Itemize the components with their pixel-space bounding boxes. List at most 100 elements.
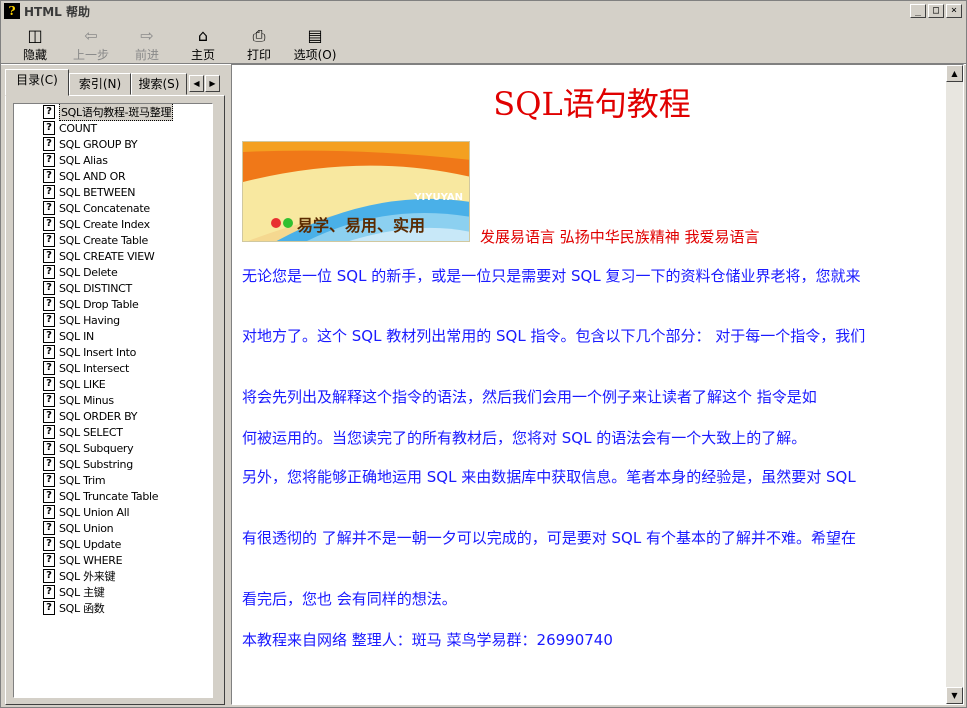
help-page-icon: ?: [43, 457, 55, 471]
tab-scroll-left-button[interactable]: ◀: [189, 75, 204, 92]
tree-item[interactable]: ? SQL IN: [43, 328, 94, 344]
tree-item[interactable]: ? SQL SELECT: [43, 424, 123, 440]
tree-item-label: SQL Union: [59, 521, 114, 535]
tree-item-label: SQL LIKE: [59, 377, 106, 391]
help-page-icon: ?: [43, 169, 55, 183]
tree-item[interactable]: ? SQL Minus: [43, 392, 114, 408]
help-page-icon: ?: [43, 313, 55, 327]
tab-index[interactable]: 索引(N): [69, 73, 131, 95]
title-bar[interactable]: ? HTML 帮助 _ □ ×: [1, 1, 966, 21]
tab-scroll-right-button[interactable]: ▶: [205, 75, 220, 92]
help-page-icon: ?: [43, 361, 55, 375]
window-title: HTML 帮助: [24, 4, 90, 19]
hide-pane-icon: ◫: [27, 26, 43, 45]
options-icon: ▤: [307, 26, 323, 45]
topic-content: SQL语句教程 YIYUYAN 易学、易用、实用 发展易语言 弘扬中华民族精神 …: [242, 65, 942, 704]
tree-item[interactable]: ? SQL Create Index: [43, 216, 150, 232]
tab-contents[interactable]: 目录(C): [5, 69, 69, 96]
tree-item[interactable]: ? SQL Create Table: [43, 232, 148, 248]
tree-item[interactable]: ? SQL LIKE: [43, 376, 106, 392]
help-page-icon: ?: [43, 569, 55, 583]
tree-item-label: SQL SELECT: [59, 425, 123, 439]
back-arrow-icon: ⇦: [84, 26, 98, 45]
tree-item[interactable]: ? SQL Insert Into: [43, 344, 136, 360]
forward-arrow-icon: ⇨: [140, 26, 154, 45]
contents-panel: ? SQL语句教程-斑马整理? COUNT? SQL GROUP BY? SQL Ali…: [5, 95, 225, 705]
tree-item[interactable]: ? SQL Intersect: [43, 360, 129, 376]
paragraph: 另外，您将能够正确地运用 SQL 来由数据库中获取信息。笔者本身的经验是，虽然要…: [242, 468, 856, 486]
tree-item[interactable]: ? SQL Substring: [43, 456, 133, 472]
minimize-button[interactable]: _: [910, 4, 926, 18]
tree-item-label: SQL 函数: [59, 602, 105, 615]
tree-item[interactable]: ? SQL 函数: [43, 600, 105, 616]
topic-pane: SQL语句教程 YIYUYAN 易学、易用、实用 发展易语言 弘扬中华民族精神 …: [231, 64, 964, 705]
tree-item-label: SQL Union All: [59, 505, 130, 519]
banner-dot-green: [283, 218, 293, 228]
paragraph: 看完后，您也 会有同样的想法。: [242, 590, 457, 608]
tree-item-label: SQL Create Index: [59, 217, 150, 231]
banner-text: 易学、易用、实用: [297, 216, 426, 235]
tree-item[interactable]: ? SQL CREATE VIEW: [43, 248, 155, 264]
maximize-button[interactable]: □: [928, 4, 944, 18]
print-button[interactable]: ⎙ 打印: [231, 23, 287, 63]
tree-item-label: SQL ORDER BY: [59, 409, 138, 423]
tree-item[interactable]: ? COUNT: [43, 120, 97, 136]
close-button[interactable]: ×: [946, 4, 962, 18]
tree-item[interactable]: ? SQL Truncate Table: [43, 488, 159, 504]
tree-item[interactable]: ? SQL DISTINCT: [43, 280, 132, 296]
tree-item[interactable]: ? SQL 外来键: [43, 568, 115, 584]
tree-item-label: SQL Having: [59, 313, 120, 327]
navigation-pane: 目录(C) 索引(N) 搜索(S) ◀ ▶ ? SQL语句教程-斑马整理? COUN…: [5, 69, 225, 705]
tree-item-label: SQL Drop Table: [59, 297, 139, 311]
tree-item-label: SQL IN: [59, 329, 94, 343]
tree-item[interactable]: ? SQL GROUP BY: [43, 136, 138, 152]
tree-item[interactable]: ? SQL Drop Table: [43, 296, 139, 312]
tree-item[interactable]: ? SQL Union: [43, 520, 114, 536]
tree-item-label: SQL Substring: [59, 457, 133, 471]
tree-item[interactable]: ? SQL AND OR: [43, 168, 126, 184]
tree-item[interactable]: ? SQL语句教程-斑马整理: [43, 104, 174, 121]
tree-item[interactable]: ? SQL Having: [43, 312, 120, 328]
hide-button[interactable]: ◫ 隐藏: [7, 23, 63, 63]
tree-item[interactable]: ? SQL BETWEEN: [43, 184, 135, 200]
tree-item-label: SQL CREATE VIEW: [59, 249, 155, 263]
tree-item[interactable]: ? SQL WHERE: [43, 552, 123, 568]
forward-button[interactable]: ⇨ 前进: [119, 23, 175, 63]
back-button[interactable]: ⇦ 上一步: [63, 23, 119, 63]
tree-item[interactable]: ? SQL Update: [43, 536, 121, 552]
help-page-icon: ?: [43, 553, 55, 567]
printer-icon: ⎙: [252, 26, 266, 45]
tree-item[interactable]: ? SQL Trim: [43, 472, 106, 488]
tree-item[interactable]: ? SQL Union All: [43, 504, 130, 520]
help-page-icon: ?: [43, 297, 55, 311]
scroll-up-button[interactable]: ▲: [946, 65, 963, 82]
tree-item-label: COUNT: [59, 121, 97, 135]
options-button[interactable]: ▤ 选项(O): [287, 23, 343, 63]
vertical-scrollbar[interactable]: ▲ ▼: [946, 65, 963, 704]
paragraph: 何被运用的。当您读完了的所有教材后，您将对 SQL 的语法会有一个大致上的了解。: [242, 429, 807, 447]
help-page-icon: ?: [43, 153, 55, 167]
tab-search[interactable]: 搜索(S): [131, 73, 187, 95]
help-page-icon: ?: [43, 249, 55, 263]
help-page-icon: ?: [43, 601, 55, 615]
help-page-icon: ?: [43, 585, 55, 599]
help-page-icon: ?: [43, 409, 55, 423]
help-window: ? HTML 帮助 _ □ × ◫ 隐藏 ⇦ 上一步 ⇨ 前进 ⌂ 主页 ⎙ 打…: [0, 0, 967, 708]
tree-item-label: SQL Truncate Table: [59, 489, 159, 503]
tree-item-label: SQL Subquery: [59, 441, 134, 455]
tree-item[interactable]: ? SQL 主键: [43, 584, 105, 600]
contents-tree[interactable]: ? SQL语句教程-斑马整理? COUNT? SQL GROUP BY? SQL Ali…: [13, 103, 213, 698]
tree-item[interactable]: ? SQL ORDER BY: [43, 408, 138, 424]
tree-item[interactable]: ? SQL Delete: [43, 264, 118, 280]
scroll-down-button[interactable]: ▼: [946, 687, 963, 704]
help-page-icon: ?: [43, 473, 55, 487]
help-page-icon: ?: [43, 521, 55, 535]
tree-item[interactable]: ? SQL Concatenate: [43, 200, 150, 216]
help-page-icon: ?: [43, 537, 55, 551]
tree-item[interactable]: ? SQL Subquery: [43, 440, 134, 456]
tree-item-label: SQL Minus: [59, 393, 114, 407]
tree-item[interactable]: ? SQL Alias: [43, 152, 108, 168]
help-page-icon: ?: [43, 393, 55, 407]
tree-item-label: SQL 主键: [59, 586, 105, 599]
home-button[interactable]: ⌂ 主页: [175, 23, 231, 63]
